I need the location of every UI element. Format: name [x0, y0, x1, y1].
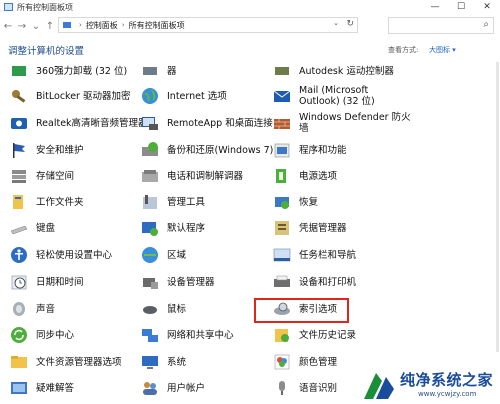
item-phone-modem[interactable]: 电话和调制解调器 — [141, 165, 243, 187]
item-keyboard[interactable]: 键盘 — [10, 217, 55, 239]
item-file-history[interactable]: 文件历史记录 — [273, 324, 356, 346]
firewall-icon — [273, 114, 291, 132]
item-speech-recognition[interactable]: 语音识别 — [273, 377, 337, 399]
item-storage-spaces[interactable]: 存储空间 — [10, 165, 74, 187]
item-360-uninstaller[interactable]: 360强力卸载 (32 位) — [10, 60, 127, 82]
highlight-box — [254, 298, 349, 323]
watermark-logo — [364, 373, 394, 399]
item-power-options[interactable]: 电源选项 — [273, 165, 337, 187]
printer-icon — [273, 273, 291, 291]
item-file-explorer-options[interactable]: 文件资源管理器选项 — [10, 351, 122, 373]
watermark: 纯净系统之家 www.ycwjzy.com — [362, 366, 500, 404]
troubleshoot-icon — [10, 379, 28, 397]
uninstaller-icon — [10, 62, 28, 80]
device-icon — [141, 62, 159, 80]
programs-icon — [273, 141, 291, 159]
item-mail-outlook[interactable]: Mail (Microsoft Outlook) (32 位) — [273, 85, 375, 107]
region-icon — [141, 246, 159, 264]
microphone-icon — [273, 379, 291, 397]
watermark-brand: 纯净系统之家 — [400, 371, 494, 389]
computer-icon — [141, 353, 159, 371]
device-manager-icon — [141, 273, 159, 291]
accessibility-icon — [10, 246, 28, 264]
remote-desktop-icon — [141, 114, 159, 132]
item-user-accounts[interactable]: 用户帐户 — [141, 377, 205, 399]
item-sound[interactable]: 声音 — [10, 298, 55, 320]
watermark-url: www.ycwjzy.com — [418, 390, 477, 398]
item-backup-restore[interactable]: 备份和还原(Windows 7) — [141, 139, 273, 161]
item-windows-defender-firewall[interactable]: Windows Defender 防火 墙 — [273, 112, 411, 134]
item-recovery[interactable]: 恢复 — [273, 191, 318, 213]
item-region[interactable]: 区域 — [141, 244, 186, 266]
recovery-icon — [273, 193, 291, 211]
item-network-sharing[interactable]: 网络和共享中心 — [141, 324, 234, 346]
work-folder-icon — [10, 193, 28, 211]
color-management-icon — [273, 353, 291, 371]
item-troubleshooting[interactable]: 疑难解答 — [10, 377, 74, 399]
backup-icon — [141, 141, 159, 159]
sound-icon — [10, 300, 28, 318]
item-bitlocker[interactable]: BitLocker 驱动器加密 — [10, 85, 130, 107]
credential-icon — [273, 219, 291, 237]
item-column1-top[interactable]: 器 — [141, 60, 177, 82]
control-panel-items: 360强力卸载 (32 位) BitLocker 驱动器加密 Realtek高清… — [0, 0, 500, 404]
scrollbar[interactable] — [496, 62, 499, 352]
item-default-programs[interactable]: 默认程序 — [141, 217, 205, 239]
item-ease-of-access[interactable]: 轻松使用设置中心 — [10, 244, 112, 266]
controller-icon — [273, 62, 291, 80]
admin-tools-icon — [141, 193, 159, 211]
sync-icon — [10, 326, 28, 344]
item-internet-options[interactable]: Internet 选项 — [141, 85, 227, 107]
keyboard-icon — [10, 219, 28, 237]
power-icon — [273, 167, 291, 185]
item-remoteapp[interactable]: RemoteApp 和桌面连接 — [141, 112, 273, 134]
clock-icon — [10, 273, 28, 291]
item-taskbar-navigation[interactable]: 任务栏和导航 — [273, 244, 356, 266]
item-sync-center[interactable]: 同步中心 — [10, 324, 74, 346]
folder-options-icon — [10, 353, 28, 371]
item-device-manager[interactable]: 设备管理器 — [141, 271, 215, 293]
globe-icon — [141, 87, 159, 105]
item-system[interactable]: 系统 — [141, 351, 186, 373]
mail-icon — [273, 87, 291, 105]
item-realtek-audio[interactable]: Realtek高清晰音频管理器 — [10, 112, 148, 134]
flag-icon — [10, 141, 28, 159]
item-devices-printers[interactable]: 设备和打印机 — [273, 271, 356, 293]
item-work-folders[interactable]: 工作文件夹 — [10, 191, 84, 213]
speaker-icon — [10, 114, 28, 132]
network-icon — [141, 326, 159, 344]
item-autodesk-controller[interactable]: Autodesk 运动控制器 — [273, 60, 394, 82]
item-programs-features[interactable]: 程序和功能 — [273, 139, 347, 161]
item-color-management[interactable]: 颜色管理 — [273, 351, 337, 373]
default-programs-icon — [141, 219, 159, 237]
users-icon — [141, 379, 159, 397]
item-security-maintenance[interactable]: 安全和维护 — [10, 139, 84, 161]
item-credential-manager[interactable]: 凭据管理器 — [273, 217, 347, 239]
storage-icon — [10, 167, 28, 185]
item-mouse[interactable]: 鼠标 — [141, 298, 186, 320]
taskbar-icon — [273, 246, 291, 264]
phone-icon — [141, 167, 159, 185]
item-date-time[interactable]: 日期和时间 — [10, 271, 84, 293]
item-admin-tools[interactable]: 管理工具 — [141, 191, 205, 213]
mouse-icon — [141, 300, 159, 318]
file-history-icon — [273, 326, 291, 344]
key-icon — [10, 87, 28, 105]
